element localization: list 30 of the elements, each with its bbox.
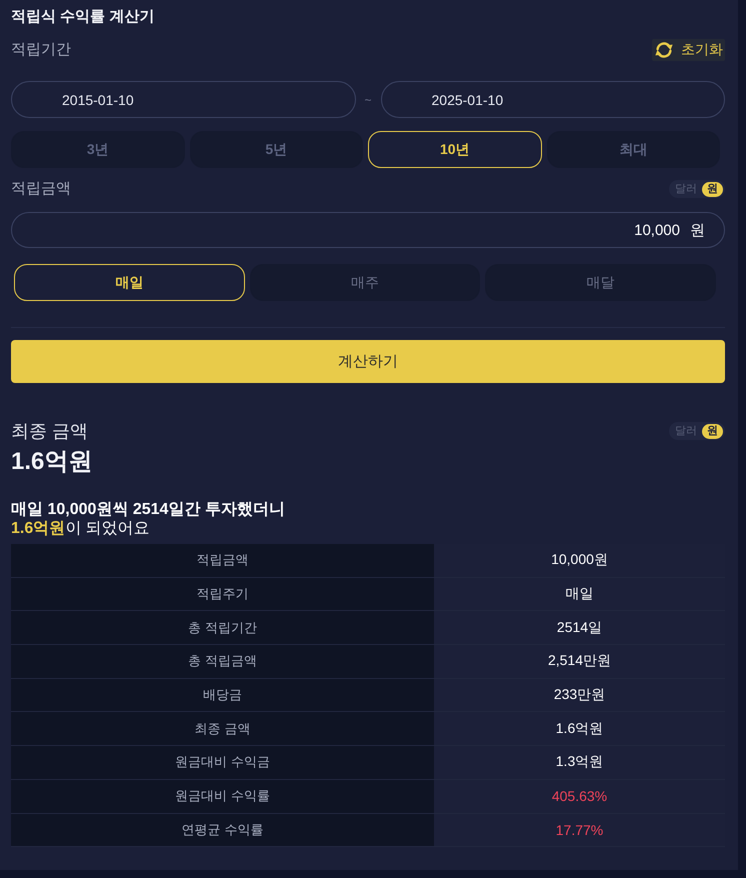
table-cell: 매일 [434, 578, 725, 612]
table-cell: 적립금액 [11, 544, 434, 578]
page-title: 적립식 수익률 계산기 [11, 7, 154, 27]
summary-text: 매일 10,000원씩 2514일간 투자했더니 1.6억원이 되었어요 [11, 500, 285, 538]
frequency-tab[interactable]: 매주 [250, 264, 480, 301]
amount-field[interactable]: 10,000 원 [11, 212, 725, 248]
refresh-icon [654, 40, 674, 60]
currency-option[interactable]: 원 [702, 182, 723, 196]
calculate-button[interactable]: 계산하기 [11, 340, 725, 383]
table-cell: 배당금 [11, 678, 434, 712]
section-label: 적립기간 [11, 40, 71, 60]
currency-option[interactable]: 원 [702, 424, 723, 438]
table-cell: 원금대비 수익률 [11, 780, 434, 814]
frequency-tab[interactable]: 매일 [14, 264, 245, 301]
table-cell: 17.77% [434, 814, 725, 848]
table-cell: 원금대비 수익금 [11, 746, 434, 780]
start-date-field[interactable]: 2015-01-10 [11, 81, 356, 118]
table-cell: 최종 금액 [11, 712, 434, 746]
section-label: 적립금액 [11, 179, 71, 199]
result-label: 최종 금액 [11, 420, 88, 443]
date-separator: ~ [363, 92, 372, 106]
end-date-field[interactable]: 2025-01-10 [380, 81, 725, 118]
total-amount: 1.6억원 [11, 447, 92, 477]
table-cell: 총 적립기간 [11, 611, 434, 646]
frequency-tab[interactable]: 매달 [485, 264, 716, 301]
reset-button[interactable]: 초기화 [652, 39, 725, 61]
table-cell: 총 적립금액 [11, 645, 434, 679]
period-tab[interactable]: 10년 [368, 131, 542, 168]
table-cell: 연평균 수익률 [11, 814, 434, 848]
table-cell: 적립주기 [11, 578, 434, 612]
